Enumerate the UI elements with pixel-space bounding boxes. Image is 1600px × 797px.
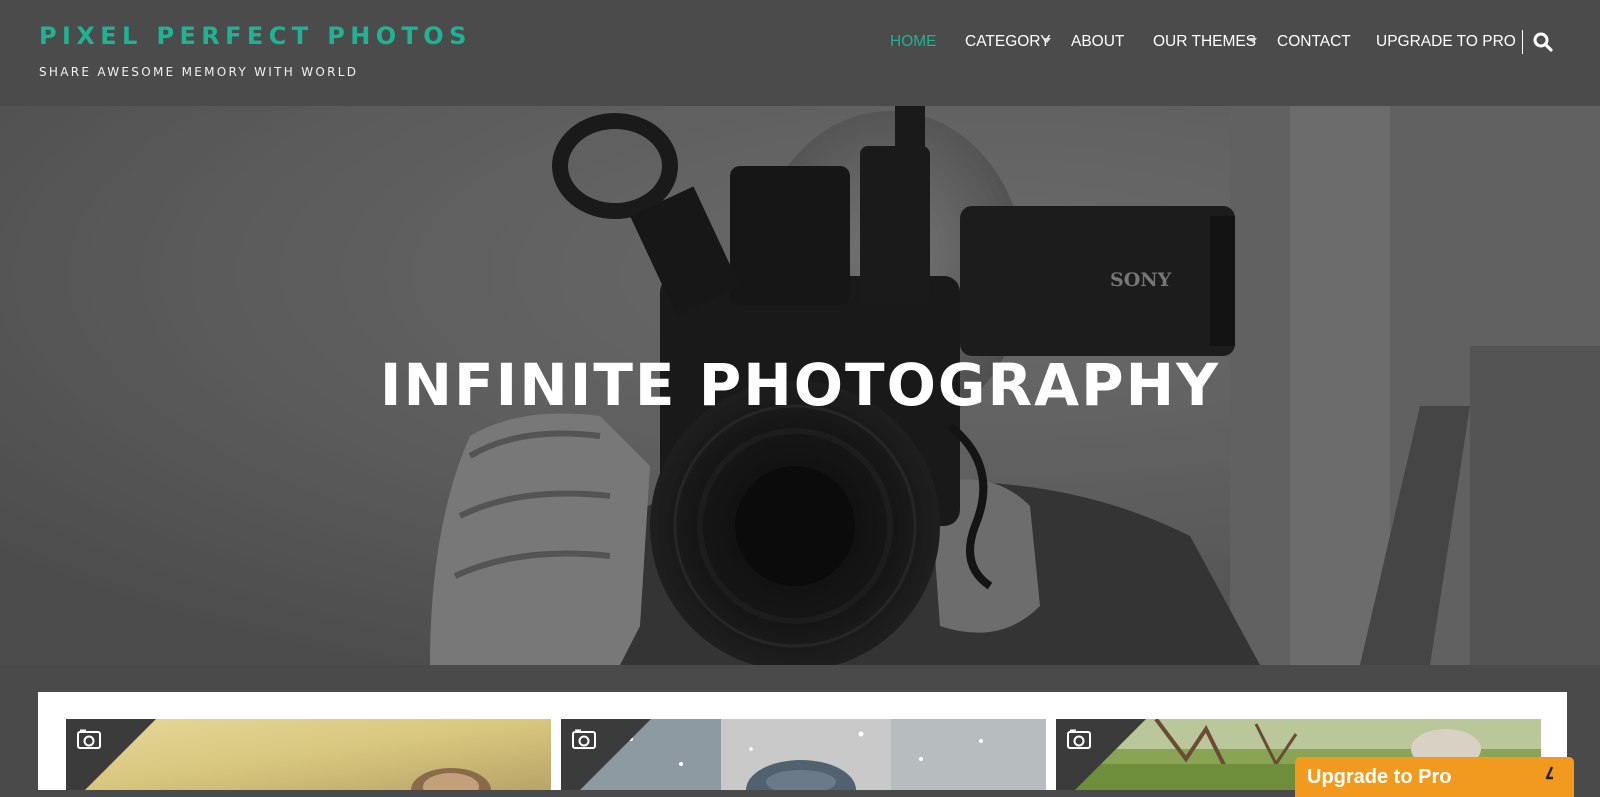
collapse-icon[interactable] xyxy=(1543,766,1557,780)
nav-item-contact[interactable]: CONTACT xyxy=(1277,31,1351,53)
nav-item-category[interactable]: CATEGORY xyxy=(965,31,1051,53)
camera-icon xyxy=(77,729,101,749)
upgrade-to-pro-button[interactable]: Upgrade to Pro xyxy=(1295,757,1574,797)
hero-title: INFINITE PHOTOGRAPHY xyxy=(379,351,1221,419)
primary-nav: HOME CATEGORY ABOUT OUR THEMES CONTACT U… xyxy=(0,0,1600,106)
hero-banner: SONY INFINITE PHOTOGRAPHY xyxy=(0,106,1600,665)
camera-icon xyxy=(572,729,596,749)
gallery-item[interactable] xyxy=(66,719,551,790)
chevron-down-icon[interactable] xyxy=(1249,38,1257,43)
chevron-down-icon[interactable] xyxy=(1043,38,1051,43)
site-header: PIXEL PERFECT PHOTOS SHARE AWESOME MEMOR… xyxy=(0,0,1600,106)
nav-item-upgrade-to-pro[interactable]: UPGRADE TO PRO xyxy=(1376,31,1516,53)
search-icon[interactable] xyxy=(1532,31,1554,53)
nav-divider xyxy=(1522,30,1523,54)
nav-item-home[interactable]: HOME xyxy=(890,31,937,53)
nav-item-our-themes[interactable]: OUR THEMES xyxy=(1153,31,1256,53)
gallery-thumbnail xyxy=(561,719,1046,790)
gallery-item[interactable] xyxy=(561,719,1046,790)
nav-item-about[interactable]: ABOUT xyxy=(1071,31,1124,53)
camera-icon xyxy=(1067,729,1091,749)
upgrade-label: Upgrade to Pro xyxy=(1307,766,1452,788)
gallery-thumbnail xyxy=(66,719,551,790)
